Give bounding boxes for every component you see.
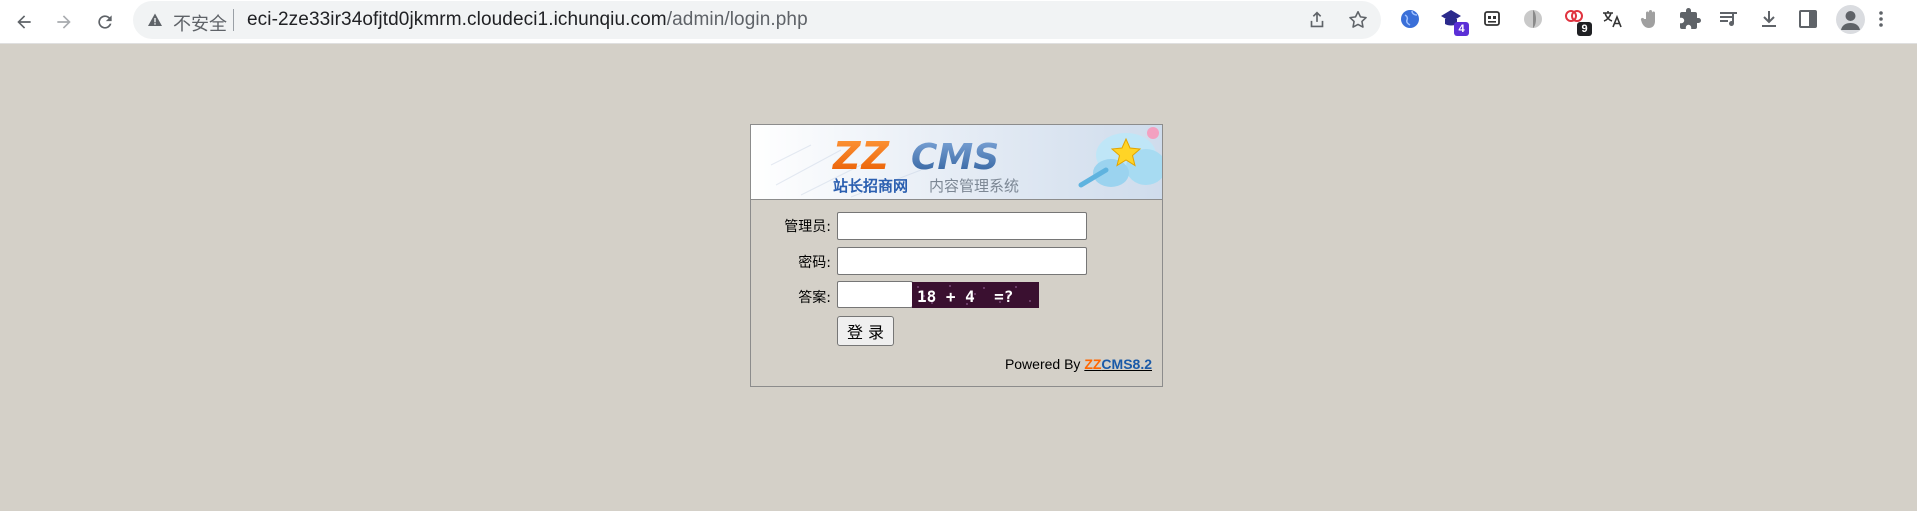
puzzle-icon [1680, 8, 1701, 29]
translate-icon [1603, 11, 1622, 28]
powered-by: Powered By ZZCMS8.2 [1005, 356, 1152, 372]
zzcms-link[interactable]: ZZCMS8.2 [1084, 356, 1152, 372]
banner-divider [751, 199, 1162, 200]
robot-icon [1484, 11, 1500, 26]
extension-badge: 9 [1577, 22, 1592, 36]
hand-icon [1640, 10, 1655, 28]
security-status[interactable]: 不安全 [173, 10, 227, 36]
graduation-extension[interactable]: 4 [1439, 7, 1469, 36]
powered-prefix: Powered By [1004, 356, 1085, 372]
url-host: eci-2ze33ir34ofjtd0jkmrm.cloudeci1.ichun… [247, 9, 667, 30]
svg-text:CMS: CMS [911, 137, 999, 178]
profile-avatar[interactable] [1836, 5, 1865, 34]
hand-extension[interactable] [1639, 7, 1663, 31]
svg-text:ZZ: ZZ [832, 134, 891, 178]
login-panel: ZZ CMS 站长招商网 内容管理系统 管理员: 密码: 答案: 18 + 4 … [750, 124, 1163, 387]
url-path: /admin/login.php [666, 9, 808, 30]
swirl-icon [1524, 10, 1542, 28]
zzcms-logo-banner: ZZ CMS 站长招商网 内容管理系统 [751, 125, 1162, 199]
browser-toolbar: 不安全 eci-2ze33ir34ofjtd0jkmrm.cloudeci1.i… [0, 0, 1917, 44]
swirl-extension[interactable] [1521, 7, 1545, 31]
password-input[interactable] [837, 247, 1087, 275]
side-panel-icon [1799, 10, 1817, 28]
warning-icon[interactable] [147, 12, 163, 28]
password-label: 密码: [798, 255, 831, 271]
logo-subtitle-gray: 内容管理系统 [929, 177, 1019, 195]
extension-badge: 4 [1454, 22, 1469, 36]
side-panel-button[interactable] [1796, 7, 1820, 31]
download-icon [1762, 11, 1776, 27]
admin-label: 管理员: [784, 219, 831, 235]
person-icon [1841, 11, 1860, 30]
share-icon[interactable] [1306, 9, 1328, 31]
globe-icon [1401, 10, 1419, 28]
powered-zz: ZZ [1084, 356, 1102, 372]
url-text[interactable]: eci-2ze33ir34ofjtd0jkmrm.cloudeci1.ichun… [247, 9, 808, 31]
star-icon[interactable] [1347, 9, 1369, 31]
pin-extension[interactable]: 9 [1562, 7, 1592, 36]
arrow-left-icon [17, 15, 31, 29]
playlist-icon [1720, 12, 1737, 26]
robot-extension[interactable] [1480, 7, 1504, 31]
reload-button[interactable] [89, 6, 121, 38]
reload-icon [98, 15, 112, 29]
translate-extension[interactable] [1600, 7, 1624, 31]
answer-label: 答案: [798, 290, 831, 306]
logo-subtitle-blue: 站长招商网 [833, 177, 908, 195]
more-vert-icon [1879, 11, 1883, 27]
arrow-right-icon [57, 15, 71, 29]
downloads-button[interactable] [1757, 7, 1781, 31]
login-submit-button[interactable]: 登 录 [837, 316, 894, 346]
back-button[interactable] [8, 6, 40, 38]
divider [233, 9, 234, 31]
globe-extension[interactable] [1398, 7, 1422, 31]
address-bar[interactable]: 不安全 eci-2ze33ir34ofjtd0jkmrm.cloudeci1.i… [133, 1, 1381, 39]
captcha-image[interactable]: 18 + 4 =? [912, 282, 1039, 308]
captcha-answer-input[interactable] [837, 281, 913, 308]
menu-button[interactable] [1873, 7, 1889, 31]
powered-cms: CMS8.2 [1101, 356, 1152, 372]
extensions-button[interactable] [1678, 7, 1702, 31]
forward-button[interactable] [48, 6, 80, 38]
captcha-text: 18 + 4 =? [917, 287, 1013, 306]
media-control-button[interactable] [1717, 7, 1741, 31]
admin-username-input[interactable] [837, 212, 1087, 240]
